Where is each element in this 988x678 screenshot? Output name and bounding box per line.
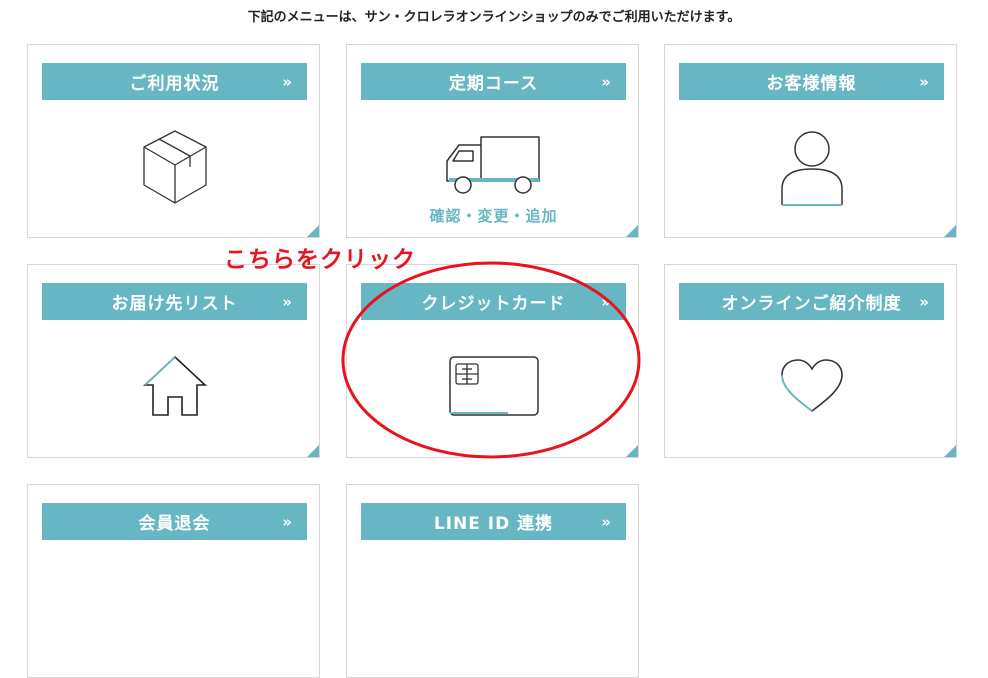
person-icon xyxy=(781,131,843,206)
chevron-right-icon: » xyxy=(282,512,293,531)
truck-icon xyxy=(446,136,540,194)
chevron-right-icon: » xyxy=(601,72,612,91)
withdraw-label: 会員退会 xyxy=(138,514,211,534)
card-line-id[interactable]: LINE ID 連携 » xyxy=(346,484,639,678)
chevron-right-icon: » xyxy=(282,72,293,91)
regular-course-button[interactable]: 定期コース » xyxy=(361,63,626,100)
card-corner-mark xyxy=(307,225,319,237)
regular-course-caption: 確認・変更・追加 xyxy=(429,207,558,225)
chevron-right-icon: » xyxy=(919,72,930,91)
house-icon xyxy=(142,355,208,416)
referral-label: オンラインご紹介制度 xyxy=(721,294,902,314)
card-corner-mark xyxy=(307,445,319,457)
usage-status-button[interactable]: ご利用状況 » xyxy=(42,63,307,100)
usage-status-label: ご利用状況 xyxy=(129,74,220,94)
chevron-right-icon: » xyxy=(282,292,293,311)
line-id-button[interactable]: LINE ID 連携 » xyxy=(361,503,626,540)
menu-notice: 下記のメニューは、サン・クロレラオンラインショップのみでご利用いただけます。 xyxy=(247,10,741,25)
box-icon xyxy=(143,130,207,204)
chevron-right-icon: » xyxy=(919,292,930,311)
heart-icon xyxy=(781,359,843,413)
card-regular-course[interactable]: 定期コース » 確認・変更・追加 xyxy=(346,44,639,238)
card-customer-info[interactable]: お客様情報 » xyxy=(664,44,957,238)
card-delivery-list[interactable]: お届け先リスト » xyxy=(27,264,320,458)
card-corner-mark xyxy=(944,225,956,237)
referral-button[interactable]: オンラインご紹介制度 » xyxy=(679,283,944,320)
card-withdraw[interactable]: 会員退会 » xyxy=(27,484,320,678)
customer-info-button[interactable]: お客様情報 » xyxy=(679,63,944,100)
card-corner-mark xyxy=(944,445,956,457)
card-usage-status[interactable]: ご利用状況 » xyxy=(27,44,320,238)
delivery-list-label: お届け先リスト xyxy=(111,294,238,314)
regular-course-label: 定期コース xyxy=(448,74,539,94)
card-corner-mark xyxy=(626,225,638,237)
chevron-right-icon: » xyxy=(601,512,612,531)
customer-info-label: お客様情報 xyxy=(766,74,857,94)
delivery-list-button[interactable]: お届け先リスト » xyxy=(42,283,307,320)
highlight-ellipse xyxy=(341,261,641,459)
card-referral[interactable]: オンラインご紹介制度 » xyxy=(664,264,957,458)
withdraw-button[interactable]: 会員退会 » xyxy=(42,503,307,540)
line-id-label: LINE ID 連携 xyxy=(433,514,554,534)
